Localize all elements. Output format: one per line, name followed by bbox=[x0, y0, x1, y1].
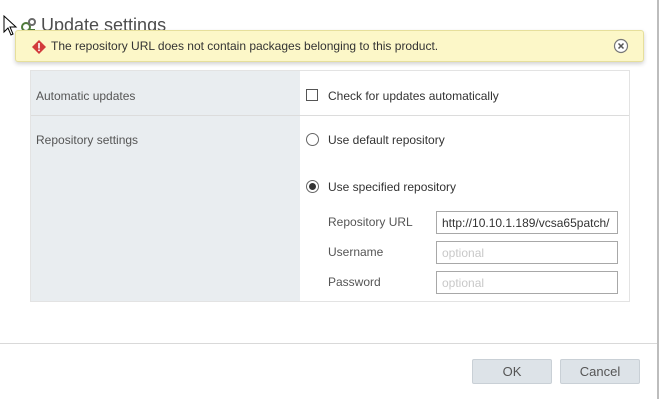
default-repository-radio[interactable] bbox=[306, 133, 319, 146]
auto-update-checkbox-label[interactable]: Check for updates automatically bbox=[328, 89, 499, 103]
automatic-updates-label: Automatic updates bbox=[36, 89, 136, 103]
cancel-button[interactable]: Cancel bbox=[560, 359, 640, 384]
label-column bbox=[31, 71, 300, 301]
error-icon bbox=[32, 40, 46, 54]
specified-repository-label[interactable]: Use specified repository bbox=[328, 180, 456, 194]
password-input[interactable] bbox=[436, 271, 618, 294]
default-repository-label[interactable]: Use default repository bbox=[328, 133, 445, 147]
repository-url-label: Repository URL bbox=[328, 215, 413, 229]
close-icon[interactable] bbox=[613, 38, 629, 54]
auto-update-checkbox[interactable] bbox=[306, 89, 318, 101]
specified-repository-radio[interactable] bbox=[306, 180, 319, 193]
repository-url-input[interactable] bbox=[436, 211, 618, 234]
settings-form: Automatic updates Check for updates auto… bbox=[30, 70, 630, 302]
alert-message: The repository URL does not contain pack… bbox=[51, 39, 439, 53]
footer-divider bbox=[0, 343, 657, 344]
error-alert: The repository URL does not contain pack… bbox=[15, 30, 644, 62]
ok-button[interactable]: OK bbox=[472, 359, 552, 384]
row-divider bbox=[31, 115, 629, 116]
username-label: Username bbox=[328, 245, 384, 259]
password-label: Password bbox=[328, 275, 381, 289]
repository-settings-label: Repository settings bbox=[36, 133, 139, 147]
dialog-border bbox=[657, 0, 659, 399]
username-input[interactable] bbox=[436, 241, 618, 264]
